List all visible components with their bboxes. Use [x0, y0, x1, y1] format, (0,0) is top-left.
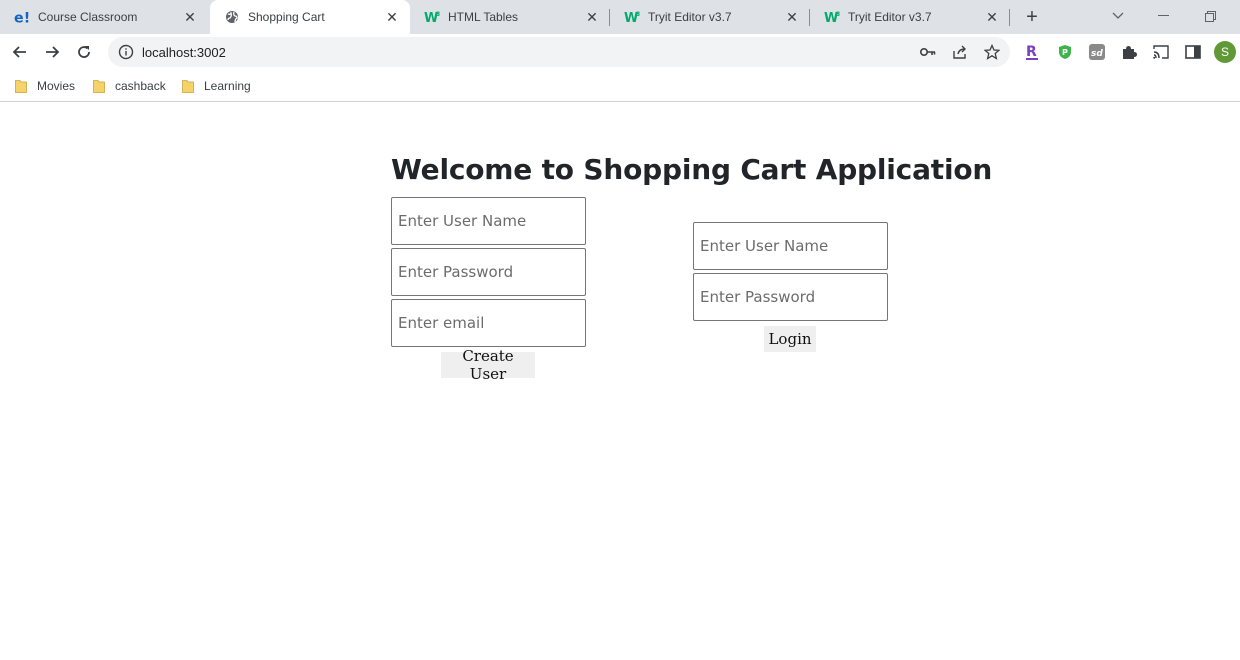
bookmark-movies[interactable]: Movies	[15, 77, 75, 95]
w3schools-icon: W3	[824, 9, 840, 25]
svg-text:3: 3	[436, 11, 440, 18]
tab-tryit-editor-2[interactable]: W3 Tryit Editor v3.7 ✕	[810, 0, 1010, 34]
puzzle-icon[interactable]	[1119, 42, 1139, 62]
edureka-icon: e!	[14, 9, 30, 25]
sd-extension-icon[interactable]: sd	[1087, 42, 1107, 62]
key-icon[interactable]	[918, 42, 938, 62]
back-icon[interactable]	[6, 38, 34, 66]
forward-icon[interactable]	[38, 38, 66, 66]
folder-icon	[182, 80, 194, 93]
close-icon[interactable]: ✕	[982, 7, 1002, 27]
bookmarks-bar: Movies cashback Learning	[0, 70, 1240, 102]
login-username-input[interactable]	[693, 222, 888, 270]
cast-icon[interactable]	[1151, 42, 1171, 62]
close-icon[interactable]: ✕	[180, 7, 200, 27]
restore-icon[interactable]	[1198, 6, 1222, 26]
close-icon[interactable]: ✕	[782, 7, 802, 27]
share-icon[interactable]	[950, 42, 970, 62]
svg-text:sd: sd	[1091, 49, 1103, 59]
info-icon[interactable]	[118, 44, 134, 60]
svg-text:e: e	[14, 10, 24, 25]
w3schools-icon: W3	[624, 9, 640, 25]
w3schools-icon: W3	[424, 9, 440, 25]
browser-toolbar: localhost:3002 R P sd S	[0, 34, 1240, 70]
folder-icon	[15, 80, 27, 93]
tab-strip: e! Course Classroom ✕ Shopping Cart ✕ W3…	[0, 0, 1240, 34]
login-button[interactable]: Login	[764, 326, 816, 352]
tab-shopping-cart[interactable]: Shopping Cart ✕	[210, 0, 410, 34]
reload-icon[interactable]	[70, 38, 98, 66]
tab-title: HTML Tables	[448, 10, 519, 24]
svg-text:P: P	[1062, 48, 1068, 57]
login-password-input[interactable]	[693, 273, 888, 321]
bookmark-cashback[interactable]: cashback	[93, 77, 166, 95]
address-bar[interactable]: localhost:3002	[108, 37, 1010, 67]
folder-icon	[93, 80, 105, 93]
tab-tryit-editor[interactable]: W3 Tryit Editor v3.7 ✕	[610, 0, 810, 34]
shield-extension-icon[interactable]: P	[1055, 42, 1075, 62]
svg-text:3: 3	[636, 11, 640, 18]
svg-text:R: R	[1026, 44, 1037, 60]
tab-title: Tryit Editor v3.7	[848, 10, 932, 24]
svg-text:3: 3	[836, 11, 840, 18]
page-content: Welcome to Shopping Cart Application Cre…	[0, 103, 1240, 660]
url-text[interactable]: localhost:3002	[142, 45, 226, 60]
bookmark-star-icon[interactable]	[982, 42, 1002, 62]
bookmark-label: Movies	[37, 79, 76, 93]
register-password-input[interactable]	[391, 248, 586, 296]
tab-course-classroom[interactable]: e! Course Classroom ✕	[0, 0, 208, 34]
minimize-icon[interactable]	[1152, 6, 1176, 26]
close-icon[interactable]: ✕	[582, 7, 602, 27]
bookmark-label: Learning	[204, 79, 251, 93]
register-email-input[interactable]	[391, 299, 586, 347]
r-extension-icon[interactable]: R	[1022, 42, 1042, 62]
create-user-button[interactable]: Create User	[441, 347, 535, 383]
side-panel-icon[interactable]	[1183, 42, 1203, 62]
tab-html-tables[interactable]: W3 HTML Tables ✕	[410, 0, 610, 34]
svg-text:!: !	[24, 10, 30, 25]
bookmark-label: cashback	[115, 79, 166, 93]
tab-search-icon[interactable]	[1106, 6, 1130, 26]
bookmark-learning[interactable]: Learning	[182, 77, 251, 95]
new-tab-button[interactable]: +	[1020, 6, 1044, 28]
globe-icon	[224, 9, 240, 25]
tab-title: Shopping Cart	[248, 10, 325, 24]
tab-separator	[1009, 9, 1010, 26]
close-icon[interactable]: ✕	[382, 7, 402, 27]
register-username-input[interactable]	[391, 197, 586, 245]
tab-title: Course Classroom	[38, 10, 138, 24]
tab-title: Tryit Editor v3.7	[648, 10, 732, 24]
profile-avatar[interactable]: S	[1213, 40, 1237, 64]
page-title: Welcome to Shopping Cart Application	[391, 153, 993, 186]
profile-initial: S	[1220, 45, 1229, 59]
